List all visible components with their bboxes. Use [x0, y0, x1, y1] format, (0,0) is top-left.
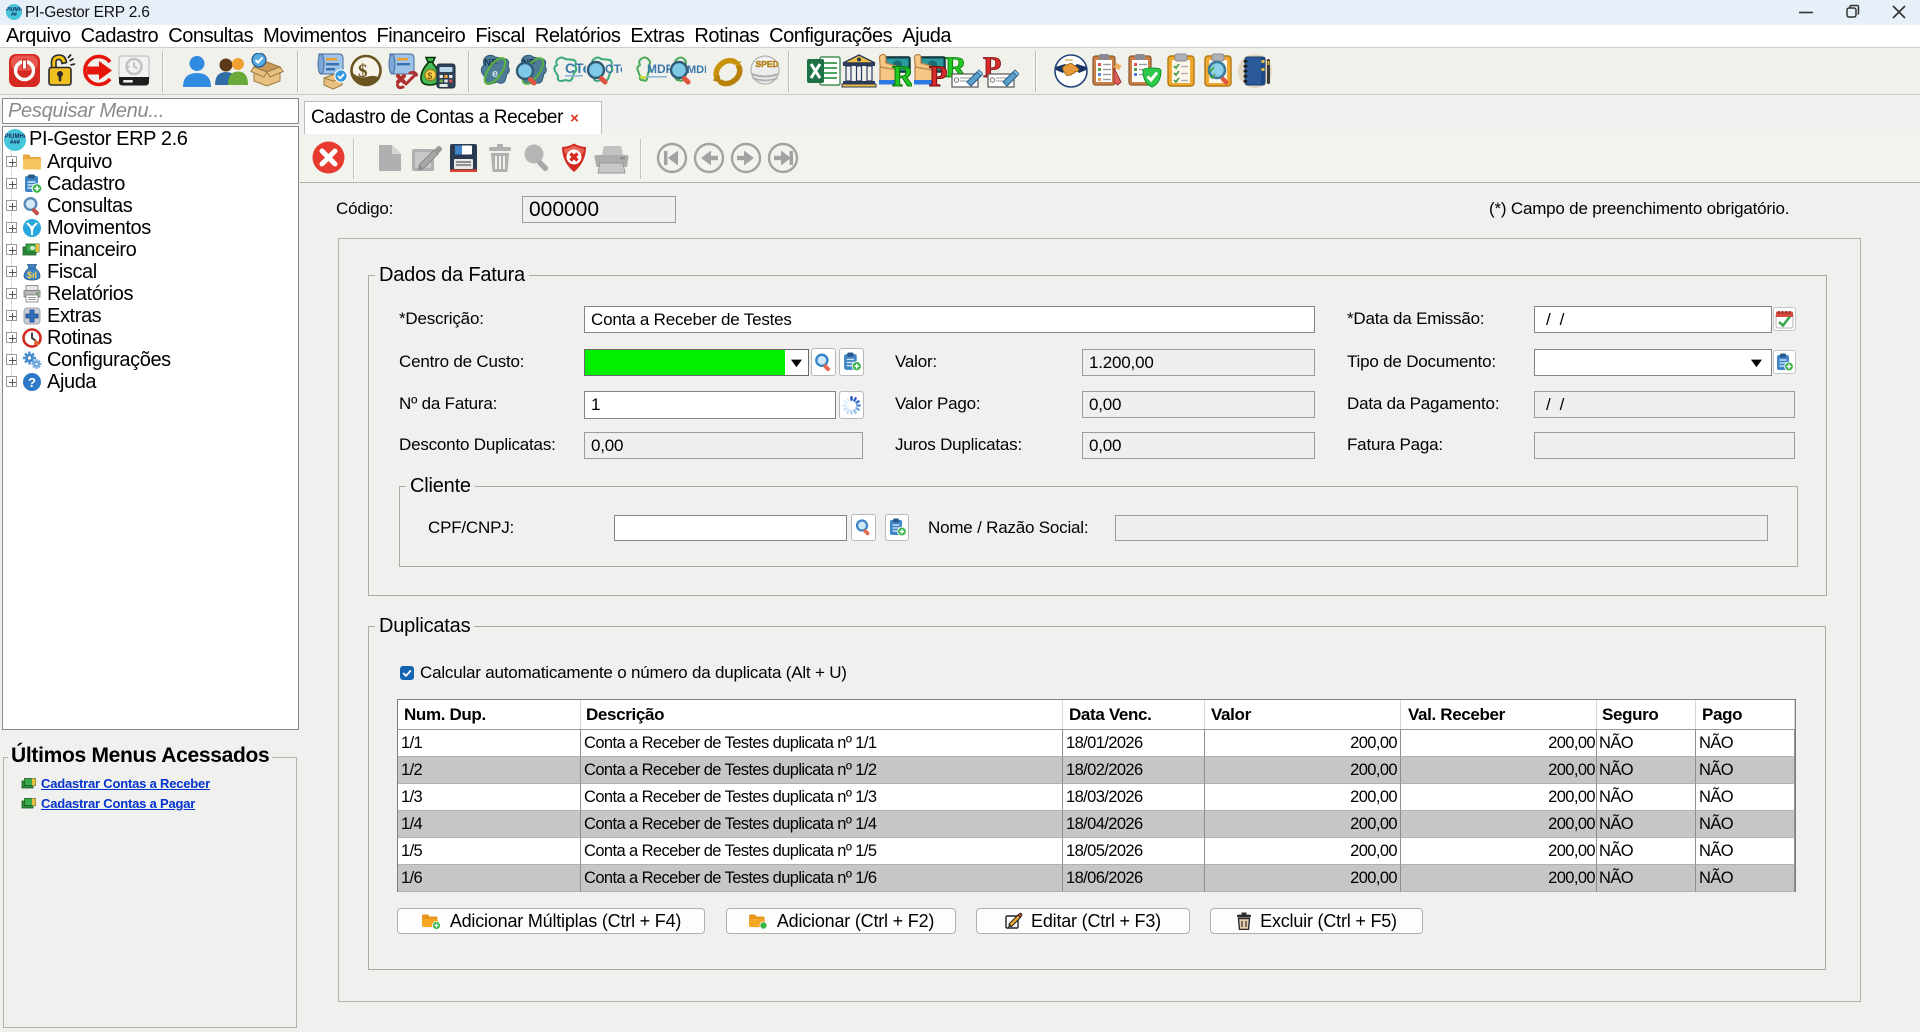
svg-text:$: $ — [427, 71, 432, 81]
svg-text:R: R — [892, 60, 912, 89]
svg-text:?: ? — [28, 375, 36, 390]
svg-text:MDFe: MDFe — [687, 64, 706, 76]
svg-text:e: e — [492, 68, 498, 80]
svg-text:CTe: CTe — [605, 62, 622, 76]
svg-text:$: $ — [358, 61, 368, 82]
svg-text:MDFe: MDFe — [647, 62, 670, 76]
svg-text:CTe: CTe — [565, 60, 586, 76]
svg-text:$ıl: $ıl — [27, 270, 37, 280]
svg-text:SPED: SPED — [756, 59, 779, 69]
